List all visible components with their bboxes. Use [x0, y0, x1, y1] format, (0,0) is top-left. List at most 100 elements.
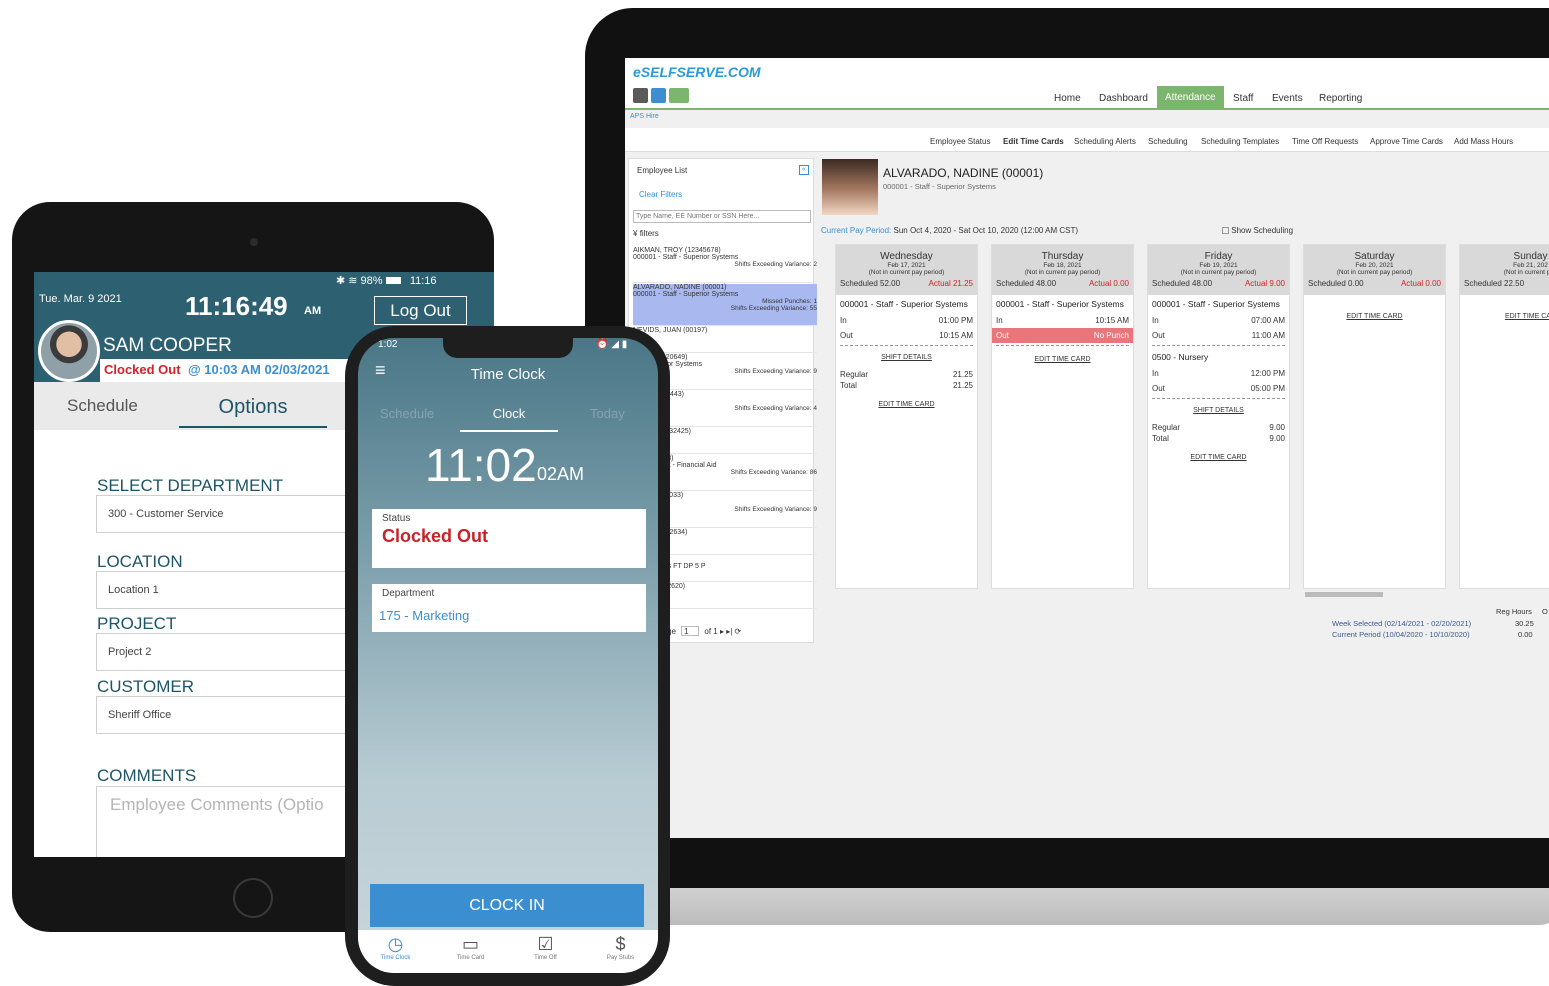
breadcrumb[interactable]: APS Hire [630, 113, 659, 120]
tab-schedule[interactable]: Schedule [67, 396, 138, 416]
pay-period: Current Pay Period: Sun Oct 4, 2020 - Sa… [821, 226, 1078, 235]
punch-out-row: Out No Punch [992, 328, 1133, 343]
battery-percent: 98% [360, 275, 383, 287]
app-header [625, 58, 1549, 110]
day-scheduled: Scheduled 0.00 [1308, 279, 1364, 288]
filters-toggle[interactable]: ¥ filters [633, 229, 659, 238]
show-scheduling-toggle[interactable]: Show Scheduling [1222, 226, 1293, 235]
nav-home[interactable]: Home [1054, 93, 1081, 104]
day-note: (Not in current pay period) [868, 269, 945, 276]
department-value: 175 - Marketing [379, 608, 470, 623]
pay-period-value: Sun Oct 4, 2020 - Sat Oct 10, 2020 (12:0… [893, 226, 1079, 235]
day-actual: Actual 0.00 [1088, 279, 1129, 288]
page-input[interactable]: 1 [681, 626, 700, 636]
day-name: Saturday [1354, 251, 1395, 262]
subnav-scheduling-alerts[interactable]: Scheduling Alerts [1074, 137, 1136, 146]
tab-options[interactable]: Options [179, 384, 327, 428]
day-hours: Scheduled 22.50 [1460, 279, 1549, 288]
subnav-employee-status[interactable]: Employee Status [930, 137, 990, 146]
punch-in-row: In 12:00 PM [1148, 366, 1289, 381]
phone-status-icons: ⏰ ◢ ▮ [596, 339, 628, 350]
logout-button[interactable]: Log Out [374, 296, 467, 325]
edit-time-card-link[interactable]: EDIT TIME CARD [1304, 313, 1445, 320]
collapse-icon[interactable]: « [799, 165, 809, 175]
last-page-icon[interactable]: ▸| [726, 627, 732, 636]
in-label: In [840, 316, 847, 325]
user-name: SAM COOPER [103, 335, 232, 356]
subnav-scheduling[interactable]: Scheduling [1148, 137, 1188, 146]
status-card: Status Clocked Out [372, 509, 646, 568]
nav-dashboard[interactable]: Dashboard [1099, 93, 1148, 104]
bottom-nav: ◷ Time Clock ▭ Time Card ☑ Time Off $ Pay St… [358, 930, 658, 973]
employee-row[interactable]: AIKMAN, TROY (12345678) 000001 - Staff - … [633, 247, 817, 283]
next-page-icon[interactable]: ▸ [720, 627, 724, 636]
out-label: Out [996, 331, 1009, 340]
total-label: Total [1152, 434, 1169, 443]
subnav-edit-time-cards[interactable]: Edit Time Cards [1003, 137, 1064, 146]
employee-row-sub: 000001 - Staff - Superior Systems [633, 254, 739, 261]
department-card[interactable]: Department 175 - Marketing [372, 584, 646, 632]
day-date: Feb 19, 2021 [1199, 262, 1238, 269]
edit-time-card-link[interactable]: EDIT TIME CARD [992, 356, 1133, 363]
phone-tab-today[interactable]: Today [590, 406, 625, 421]
home-button[interactable] [233, 878, 273, 918]
nav-events[interactable]: Events [1272, 93, 1303, 104]
subnav-add-mass-hours[interactable]: Add Mass Hours [1454, 137, 1513, 146]
summary-header: Reg Hours [1496, 607, 1532, 616]
day-note: (Not in current pay [1503, 269, 1549, 276]
phone-tab-clock[interactable]: Clock [460, 406, 558, 432]
edit-time-card-link[interactable]: EDIT TIME CARD [836, 401, 977, 408]
checkbox[interactable] [1222, 227, 1229, 235]
scrollbar-thumb[interactable] [1305, 592, 1383, 597]
clear-filters-link[interactable]: Clear Filters [639, 190, 682, 199]
subnav-time-off-requests[interactable]: Time Off Requests [1292, 137, 1358, 146]
clock-in-button[interactable]: CLOCK IN [370, 884, 644, 927]
shift-details-link[interactable]: SHIFT DETAILS [836, 354, 977, 361]
day-note: (Not in current pay period) [1180, 269, 1257, 276]
clock-icon[interactable] [651, 88, 666, 103]
shift-department: 0500 - Nursery [1152, 352, 1209, 362]
subnav-scheduling-templates[interactable]: Scheduling Templates [1201, 137, 1279, 146]
horizontal-scrollbar[interactable] [823, 589, 1549, 599]
employee-row[interactable]: ALVARADO, NADINE (00001) 000001 - Staff -… [633, 284, 817, 326]
edit-time-card-link[interactable]: EDIT TIME CARD [1148, 454, 1289, 461]
phone-screen: 1:02 ⏰ ◢ ▮ ≡ Time Clock Schedule Clock T… [358, 338, 658, 973]
refresh-icon[interactable]: ⟳ [735, 627, 742, 636]
day-header: Friday Feb 19, 2021 (Not in current pay pe… [1148, 245, 1289, 295]
user-icon[interactable] [633, 88, 648, 103]
day-hours: Scheduled 52.00 Actual 21.25 [836, 279, 977, 288]
phone-tab-schedule[interactable]: Schedule [380, 406, 434, 421]
regular-hours: 21.25 [952, 370, 973, 379]
phone-status-time: 1:02 [378, 339, 398, 350]
nav-time-clock[interactable]: ◷ Time Clock [358, 934, 433, 961]
nav-staff[interactable]: Staff [1233, 93, 1253, 104]
in-label: In [1152, 316, 1159, 325]
nav-attendance[interactable]: Attendance [1157, 86, 1224, 109]
subnav-approve-time-cards[interactable]: Approve Time Cards [1370, 137, 1443, 146]
group-icon[interactable] [669, 88, 689, 103]
employee-row-name: NEVIDS, JUAN (00197) [633, 327, 708, 334]
day-column: Friday Feb 19, 2021 (Not in current pay pe… [1147, 244, 1290, 589]
shift-details-link[interactable]: SHIFT DETAILS [1148, 407, 1289, 414]
shift-department: 000001 - Staff - Superior Systems [996, 299, 1124, 309]
total-hours: 21.25 [952, 381, 973, 390]
nav-time-off[interactable]: ☑ Time Off [508, 934, 583, 961]
punch-in: 12:00 PM [1250, 369, 1285, 378]
total-row: Total 9.00 [1148, 433, 1289, 444]
filters-label: filters [639, 229, 659, 238]
employee-search-input[interactable] [633, 210, 811, 223]
employee-name: ALVARADO, NADINE (00001) [883, 166, 1044, 180]
day-note: (Not in current pay period) [1024, 269, 1101, 276]
comments-label: COMMENTS [97, 766, 197, 785]
day-actual: Actual 0.00 [1400, 279, 1441, 288]
day-name: Sunday [1513, 251, 1548, 262]
battery-icon [385, 277, 401, 284]
show-scheduling-label: Show Scheduling [1231, 226, 1294, 235]
nav-pay-stubs[interactable]: $ Pay Stubs [583, 934, 658, 961]
nav-time-card[interactable]: ▭ Time Card [433, 934, 508, 961]
day-hours: Scheduled 48.00 Actual 0.00 [992, 279, 1133, 288]
nav-reporting[interactable]: Reporting [1319, 93, 1362, 104]
clocked-status: Clocked Out [104, 362, 181, 377]
day-date: Feb 21, 202 [1513, 262, 1548, 269]
edit-time-card-link[interactable]: EDIT TIME CAR [1460, 313, 1549, 320]
